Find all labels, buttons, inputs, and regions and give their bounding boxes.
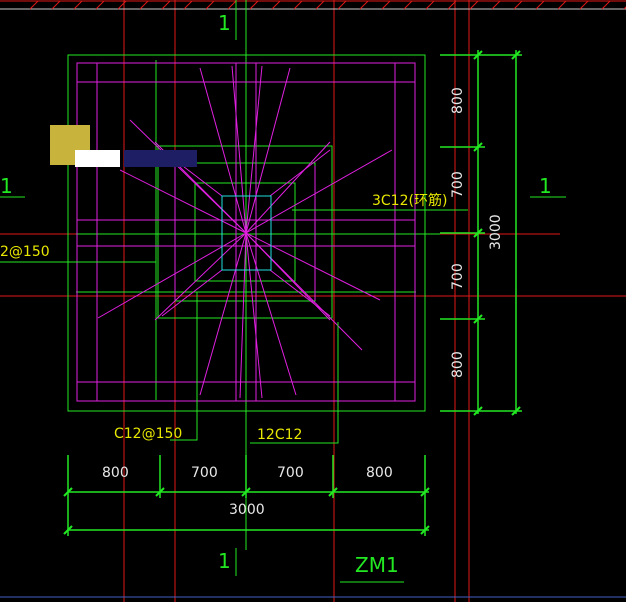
hatch-mark	[337, 0, 347, 10]
hatch-mark	[381, 0, 391, 10]
hatch-mark	[403, 0, 413, 10]
dim-h-3: 700	[277, 465, 304, 481]
hatch-mark	[535, 0, 545, 10]
cad-drawing-canvas	[0, 0, 626, 602]
selection-swatch-white	[75, 150, 120, 167]
dim-h-2: 700	[191, 465, 218, 481]
hatch-mark	[117, 0, 127, 10]
dim-h-1: 800	[102, 465, 129, 481]
dimension-lines	[67, 50, 522, 536]
hatch-mark	[579, 0, 589, 10]
section-mark-top: 1	[218, 11, 231, 35]
hatch-mark	[139, 0, 149, 10]
dim-v-total: 3000	[488, 214, 504, 250]
section-mark-right: 1	[539, 174, 552, 198]
hatch-mark	[249, 0, 259, 10]
hatch-mark	[183, 0, 193, 10]
dim-v-1: 800	[450, 87, 466, 114]
bottom-bars-annotation: 12C12	[257, 427, 303, 443]
leader-lines	[0, 209, 468, 583]
hatch-mark	[51, 0, 61, 10]
radial-bar	[245, 67, 291, 234]
hatch-mark	[425, 0, 435, 10]
hatch-mark	[271, 0, 281, 10]
hatch-mark	[95, 0, 105, 10]
top-hatch-border	[0, 0, 626, 10]
radial-bar	[245, 149, 393, 234]
left-spacing-annotation: 2@150	[0, 244, 50, 260]
hatch-mark	[293, 0, 303, 10]
section-mark-bottom: 1	[218, 549, 231, 573]
radial-rebar	[97, 65, 393, 399]
ring-bar-annotation: 3C12(环筋)	[372, 193, 448, 209]
hatch-mark	[205, 0, 215, 10]
hatch-mark	[491, 0, 501, 10]
hatch-mark	[557, 0, 567, 10]
radial-bar	[245, 65, 263, 234]
hatch-marks	[29, 0, 626, 10]
section-cut-lines	[0, 0, 566, 576]
hatch-mark	[73, 0, 83, 10]
hatch-mark	[315, 0, 325, 10]
hatch-mark	[469, 0, 479, 10]
drawing-title: ZM1	[355, 553, 399, 577]
section-mark-left: 1	[0, 174, 13, 198]
dim-v-3: 700	[450, 263, 466, 290]
hatch-mark	[359, 0, 369, 10]
hatch-mark	[513, 0, 523, 10]
hatch-mark	[161, 0, 171, 10]
radial-bar	[245, 232, 381, 301]
radial-bar	[119, 169, 247, 234]
radial-bar	[239, 232, 247, 399]
dim-v-4: 800	[450, 351, 466, 378]
hatch-mark	[29, 0, 39, 10]
hatch-mark	[227, 0, 237, 10]
dim-v-2: 700	[450, 171, 466, 198]
radial-bar	[199, 232, 247, 396]
selection-swatch-navy	[124, 150, 197, 167]
dim-h-total: 3000	[229, 502, 265, 518]
bottom-spacing-annotation: C12@150	[114, 426, 183, 442]
hatch-mark	[601, 0, 611, 10]
dim-h-4: 800	[366, 465, 393, 481]
